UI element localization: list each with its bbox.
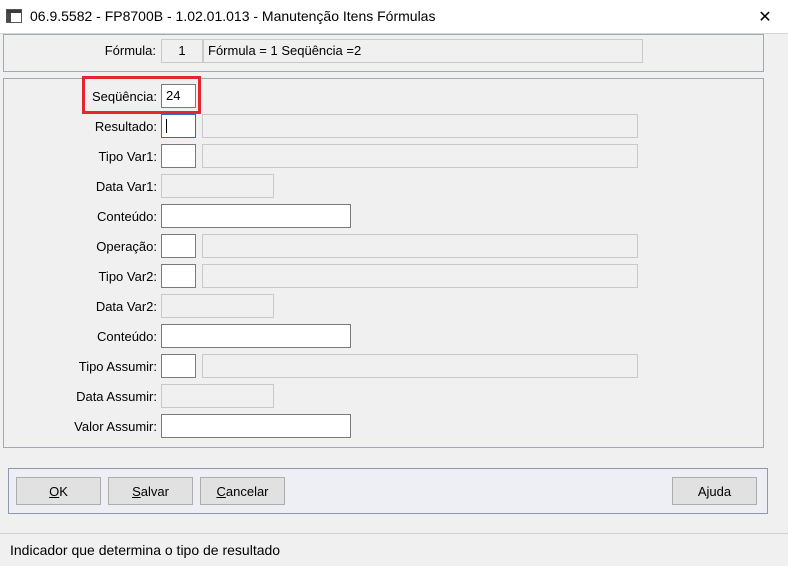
ok-button-mnemonic: O (49, 483, 60, 499)
window-title: 06.9.5582 - FP8700B - 1.02.01.013 - Manu… (30, 8, 436, 24)
formula-code-value: 1 (178, 43, 186, 58)
tipo-var1-input[interactable] (161, 144, 196, 168)
formula-description-field: Fórmula = 1 Seqüência =2 (203, 39, 643, 63)
formula-label: Fórmula: (104, 43, 156, 58)
formula-code-field: 1 (161, 39, 203, 63)
ok-button-label: K (59, 483, 68, 499)
operacao-input[interactable] (161, 234, 196, 258)
valor-assumir-label: Valor Assumir: (74, 419, 157, 434)
data-var1-field (161, 174, 274, 198)
data-assumir-field (161, 384, 274, 408)
operacao-label: Operação: (96, 239, 157, 254)
cancelar-button[interactable]: Cancelar (200, 477, 285, 505)
sequencia-highlight-box (82, 76, 201, 114)
status-message: Indicador que determina o tipo de result… (10, 542, 281, 558)
tipo-var2-input[interactable] (161, 264, 196, 288)
ok-button[interactable]: OK (16, 477, 101, 505)
tipo-assumir-input[interactable] (161, 354, 196, 378)
tipo-var2-description-field (202, 264, 638, 288)
salvar-button-label: alvar (140, 483, 169, 499)
close-button[interactable]: ✕ (742, 0, 788, 33)
close-icon: ✕ (758, 8, 772, 26)
operacao-description-field (202, 234, 638, 258)
text-caret (166, 119, 167, 133)
valor-assumir-input[interactable] (161, 414, 351, 438)
resultado-input[interactable] (161, 114, 196, 138)
conteudo1-input[interactable] (161, 204, 351, 228)
cancelar-button-mnemonic: C (216, 483, 226, 499)
title-bar: 06.9.5582 - FP8700B - 1.02.01.013 - Manu… (0, 0, 788, 34)
salvar-button[interactable]: Salvar (108, 477, 193, 505)
ajuda-button[interactable]: Aj uda (672, 477, 757, 505)
ajuda-button-prefix: A (697, 483, 707, 499)
conteudo1-label: Conteúdo: (97, 209, 157, 224)
conteudo2-input[interactable] (161, 324, 351, 348)
formula-description-value: Fórmula = 1 Seqüência =2 (208, 43, 362, 58)
tipo-var1-description-field (202, 144, 638, 168)
data-var2-field (161, 294, 274, 318)
data-var2-label: Data Var2: (95, 299, 157, 314)
data-var1-label: Data Var1: (95, 179, 157, 194)
status-bar: Indicador que determina o tipo de result… (0, 533, 788, 566)
right-edge-strip (776, 34, 788, 532)
ajuda-button-label: uda (709, 483, 732, 499)
app-window-icon (6, 9, 22, 23)
tipo-var2-label: Tipo Var2: (98, 269, 157, 284)
resultado-description-field (202, 114, 638, 138)
tipo-assumir-label: Tipo Assumir: (78, 359, 157, 374)
resultado-label: Resultado: (94, 119, 157, 134)
salvar-button-mnemonic: S (132, 483, 141, 499)
tipo-assumir-description-field (202, 354, 638, 378)
data-assumir-label: Data Assumir: (76, 389, 157, 404)
cancelar-button-label: ancelar (225, 483, 269, 499)
conteudo2-label: Conteúdo: (97, 329, 157, 344)
tipo-var1-label: Tipo Var1: (98, 149, 157, 164)
